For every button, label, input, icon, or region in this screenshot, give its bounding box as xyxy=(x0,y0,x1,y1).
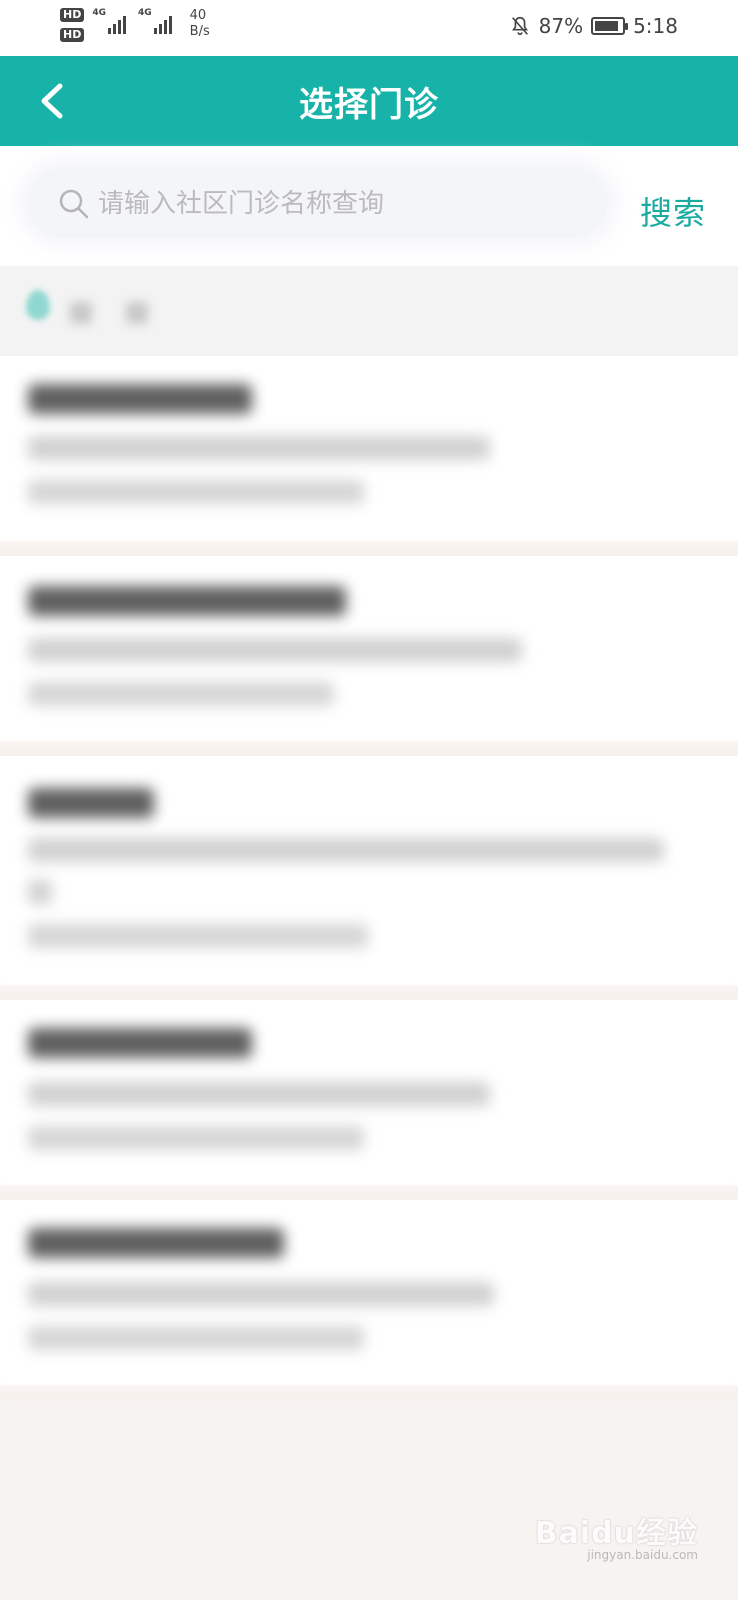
clinic-name xyxy=(28,788,154,818)
clinic-name xyxy=(28,1228,284,1258)
clinic-address xyxy=(28,638,522,662)
clinic-name xyxy=(28,586,346,616)
hd-badge-1: HD xyxy=(60,8,85,22)
clinic-item[interactable] xyxy=(0,756,738,986)
clinic-item[interactable] xyxy=(0,556,738,742)
blurred-text xyxy=(70,302,92,324)
network-speed: 40 B/s xyxy=(189,8,210,39)
clock: 5:18 xyxy=(633,14,678,38)
status-bar: HD HD 4G 4G 40 B/s 87% 5:18 xyxy=(0,0,738,56)
watermark-text: Baidu经验 xyxy=(534,1516,698,1551)
back-icon[interactable] xyxy=(30,76,80,126)
location-pin-icon xyxy=(26,290,50,320)
clinic-address xyxy=(28,436,490,460)
search-bar: 搜索 xyxy=(0,146,738,266)
clinic-name xyxy=(28,1028,252,1058)
search-box[interactable] xyxy=(28,168,608,240)
search-button[interactable]: 搜索 xyxy=(640,188,706,234)
clinic-item[interactable] xyxy=(0,356,738,542)
clinic-address xyxy=(28,880,52,904)
signal-icon-2: 4G xyxy=(138,8,174,34)
clinic-phone xyxy=(28,1126,364,1150)
clinic-list xyxy=(0,356,738,1400)
watermark-url: jingyan.baidu.com xyxy=(587,1548,698,1562)
battery-percent: 87% xyxy=(538,14,584,38)
search-icon xyxy=(59,189,89,219)
hd-badge-2: HD xyxy=(60,28,85,42)
clinic-phone xyxy=(28,1326,364,1350)
app-header: 选择门诊 xyxy=(0,56,738,146)
signal-icon-1: 4G xyxy=(92,8,128,34)
page-title: 选择门诊 xyxy=(299,84,439,125)
clinic-address xyxy=(28,838,664,862)
clinic-item[interactable] xyxy=(0,1000,738,1186)
clinic-item[interactable] xyxy=(0,1200,738,1386)
clinic-phone xyxy=(28,480,364,504)
baidu-watermark: Baidu经验 jingyan.baidu.com xyxy=(534,1508,698,1562)
clinic-phone xyxy=(28,682,334,706)
location-row[interactable] xyxy=(0,266,738,356)
search-input[interactable] xyxy=(96,168,580,240)
clinic-phone xyxy=(28,924,368,948)
bell-muted-icon xyxy=(511,16,528,36)
battery-icon xyxy=(591,17,629,35)
clinic-name xyxy=(28,384,252,414)
clinic-address xyxy=(28,1282,494,1306)
clinic-address xyxy=(28,1082,490,1106)
blurred-text xyxy=(126,302,148,324)
